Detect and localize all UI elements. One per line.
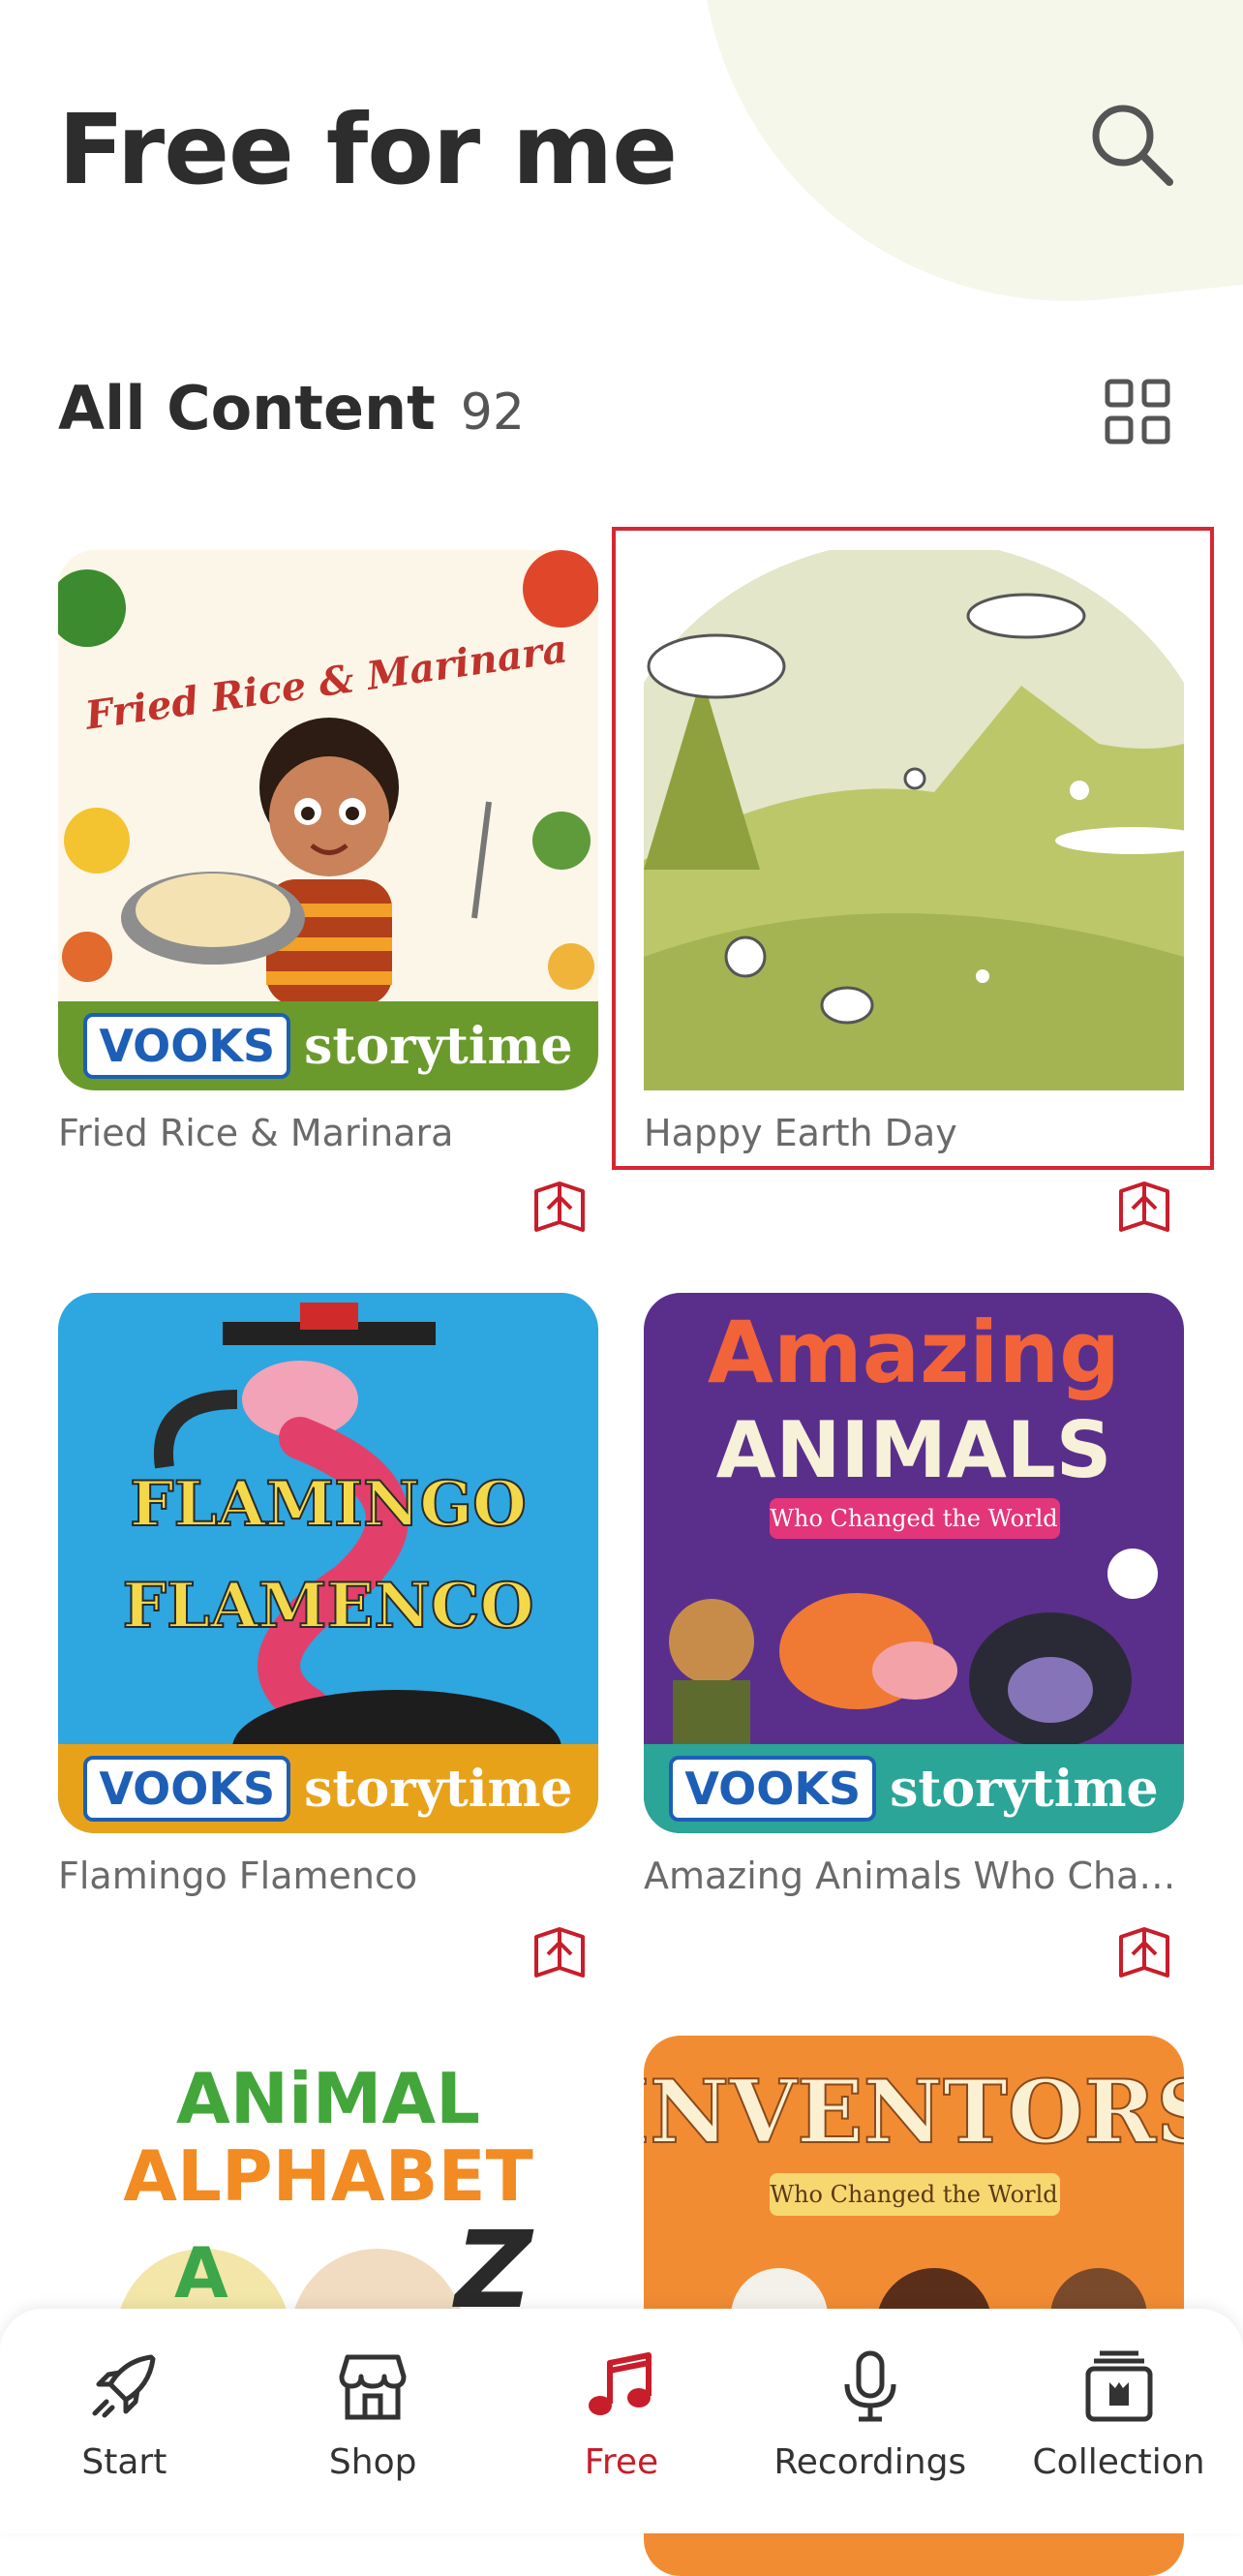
svg-text:Who Changed the World: Who Changed the World <box>770 2181 1057 2208</box>
nav-start[interactable]: Start <box>8 2309 240 2482</box>
section-header: All Content 92 <box>58 373 525 444</box>
svg-text:Who Changed the World: Who Changed the World <box>770 1505 1057 1532</box>
badge-text: storytime <box>304 1016 573 1076</box>
storytime-badge: VOOKS storytime <box>58 1744 598 1833</box>
card-title: Amazing Animals Who Chang... <box>644 1855 1184 1897</box>
rocket-icon <box>92 2354 156 2418</box>
svg-text:ANiMAL: ANiMAL <box>176 2058 480 2139</box>
content-count: 92 <box>460 383 525 442</box>
svg-text:A: A <box>174 2232 228 2314</box>
content-card[interactable]: Amazing ANIMALS Who Changed the World VO… <box>644 1293 1184 1897</box>
card-title: Flamingo Flamenco <box>58 1855 418 1897</box>
nav-label: Start <box>81 2442 167 2482</box>
card-cover[interactable]: Fried Rice & Marinara VOOKS storytime <box>58 550 598 1090</box>
nav-shop[interactable]: Shop <box>257 2309 489 2482</box>
svg-text:FLAMENCO: FLAMENCO <box>123 1570 534 1642</box>
grid-view-button[interactable] <box>1104 378 1171 445</box>
card-cover[interactable]: Amazing ANIMALS Who Changed the World VO… <box>644 1293 1184 1833</box>
read-along-icon[interactable] <box>531 1180 589 1238</box>
nav-label: Shop <box>328 2442 417 2482</box>
selection-highlight <box>612 527 1214 1170</box>
page-title: Free for me <box>58 93 678 206</box>
storytime-badge: VOOKS storytime <box>58 1001 598 1090</box>
read-along-icon[interactable] <box>531 1925 589 1983</box>
collection-icon <box>1085 2350 1153 2422</box>
section-title: All Content <box>58 373 436 444</box>
nav-label: Collection <box>1032 2442 1205 2482</box>
storytime-badge: VOOKS storytime <box>644 1744 1184 1833</box>
svg-text:Amazing: Amazing <box>708 1303 1120 1402</box>
nav-free[interactable]: Free <box>505 2309 738 2482</box>
microphone-icon <box>844 2350 896 2422</box>
badge-brand: VOOKS <box>83 1756 291 1822</box>
badge-brand: VOOKS <box>83 1013 291 1079</box>
card-title: Fried Rice & Marinara <box>58 1112 454 1154</box>
nav-label: Free <box>584 2442 659 2482</box>
read-along-icon[interactable] <box>1115 1925 1173 1983</box>
svg-text:ANIMALS: ANIMALS <box>716 1405 1112 1495</box>
content-card[interactable]: Fried Rice & Marinara VOOKS storytime Fr… <box>58 550 598 1154</box>
badge-text: storytime <box>890 1759 1159 1819</box>
bottom-navigation: Start Shop Free Recordings Collection <box>0 2309 1243 2533</box>
svg-text:ALPHABET: ALPHABET <box>123 2135 533 2217</box>
nav-collection[interactable]: Collection <box>1003 2309 1235 2482</box>
svg-text:INVENTORS: INVENTORS <box>644 2061 1184 2163</box>
music-note-icon <box>588 2352 652 2415</box>
read-along-icon[interactable] <box>1115 1180 1173 1238</box>
badge-text: storytime <box>304 1759 573 1819</box>
content-card[interactable]: FLAMINGO FLAMENCO VOOKS storytime Flamin… <box>58 1293 598 1897</box>
nav-recordings[interactable]: Recordings <box>754 2309 986 2482</box>
search-icon <box>1092 105 1173 186</box>
nav-label: Recordings <box>773 2442 967 2482</box>
svg-text:FLAMINGO: FLAMINGO <box>130 1468 527 1541</box>
card-cover[interactable]: FLAMINGO FLAMENCO VOOKS storytime <box>58 1293 598 1833</box>
badge-brand: VOOKS <box>669 1756 877 1822</box>
store-icon <box>339 2354 407 2420</box>
grid-view-icon <box>1105 379 1170 445</box>
search-button[interactable] <box>1084 97 1181 194</box>
